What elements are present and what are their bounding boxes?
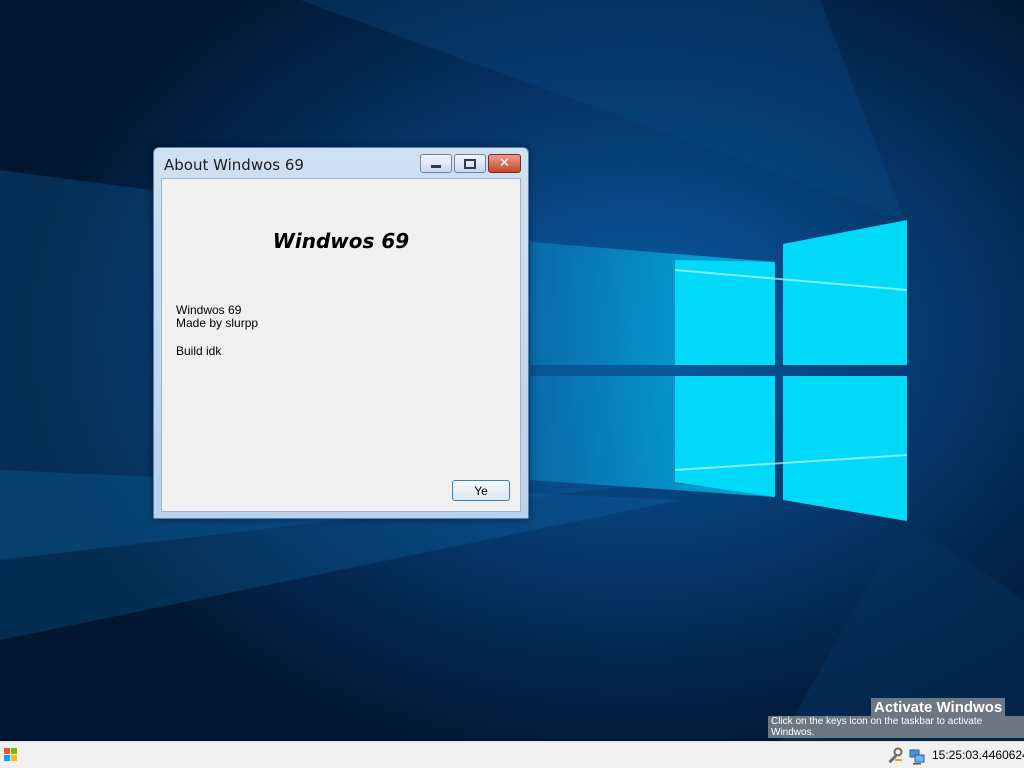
- activation-watermark-title: Activate Windwos: [871, 698, 1006, 717]
- about-dialog[interactable]: About Windwos 69 ✕ Windwos 69 Windwos 69…: [153, 147, 529, 519]
- taskbar: 15:25:03.4460624: [0, 741, 1024, 768]
- ok-button[interactable]: Ye: [452, 480, 510, 501]
- tools-icon[interactable]: [886, 747, 904, 765]
- info-product-name: Windwos 69: [176, 303, 242, 317]
- dialog-content: Windwos 69 Windwos 69 Made by slurpp Bui…: [161, 178, 521, 512]
- network-icon[interactable]: [908, 747, 926, 765]
- info-build: Build idk: [176, 344, 222, 358]
- close-button[interactable]: ✕: [488, 154, 521, 173]
- minimize-button[interactable]: [420, 154, 452, 173]
- window-title: About Windwos 69: [164, 156, 304, 174]
- maximize-button[interactable]: [454, 154, 486, 173]
- info-author: Made by slurpp: [176, 316, 259, 330]
- title-bar[interactable]: About Windwos 69 ✕: [154, 148, 528, 178]
- windows-logo-icon[interactable]: [4, 748, 18, 762]
- close-icon: ✕: [499, 156, 510, 171]
- product-title: Windwos 69: [272, 229, 410, 253]
- maximize-icon: [464, 158, 476, 169]
- activation-watermark-subtitle: Click on the keys icon on the taskbar to…: [768, 716, 1024, 738]
- taskbar-clock[interactable]: 15:25:03.4460624: [932, 748, 1024, 762]
- minimize-icon: [431, 165, 441, 168]
